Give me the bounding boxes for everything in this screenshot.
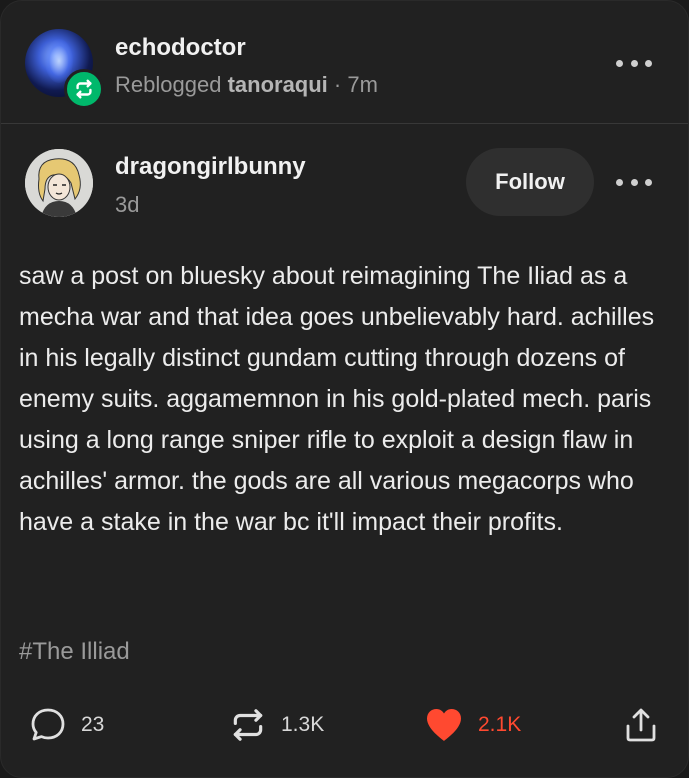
reblog-prefix: Reblogged (115, 72, 222, 97)
follow-button[interactable]: Follow (466, 148, 594, 216)
reblogger-name[interactable]: echodoctor (115, 34, 246, 62)
reblog-time: 7m (347, 72, 378, 97)
comment-icon (31, 708, 65, 741)
comment-button[interactable]: 23 (29, 701, 104, 749)
post-body: saw a post on bluesky about reimagining … (19, 262, 655, 536)
more-icon[interactable] (616, 53, 652, 73)
post-time: 3d (115, 192, 140, 217)
more-icon[interactable] (616, 172, 652, 192)
reblog-count-icon (233, 709, 263, 741)
author-name[interactable]: dragongirlbunny (115, 153, 306, 181)
post-tag[interactable]: #The Illiad (19, 638, 130, 666)
share-button[interactable] (623, 701, 659, 749)
heart-icon (427, 709, 461, 741)
reblog-separator: · (333, 72, 342, 97)
share-icon (626, 708, 656, 742)
author-avatar[interactable] (25, 149, 93, 217)
like-button[interactable]: 2.1K (424, 701, 521, 749)
like-count: 2.1K (478, 713, 522, 736)
reblog-source[interactable]: tanoraqui (228, 72, 328, 97)
reblog-header: echodoctor Reblogged tanoraqui · 7m (1, 1, 688, 124)
reblog-info: Reblogged tanoraqui · 7m (115, 72, 378, 98)
comment-count: 23 (81, 713, 105, 736)
reblog-count: 1.3K (281, 713, 325, 736)
reblog-button[interactable]: 1.3K (229, 701, 324, 749)
post-card: echodoctor Reblogged tanoraqui · 7m drag… (0, 0, 689, 778)
reblog-badge-icon (64, 69, 104, 109)
